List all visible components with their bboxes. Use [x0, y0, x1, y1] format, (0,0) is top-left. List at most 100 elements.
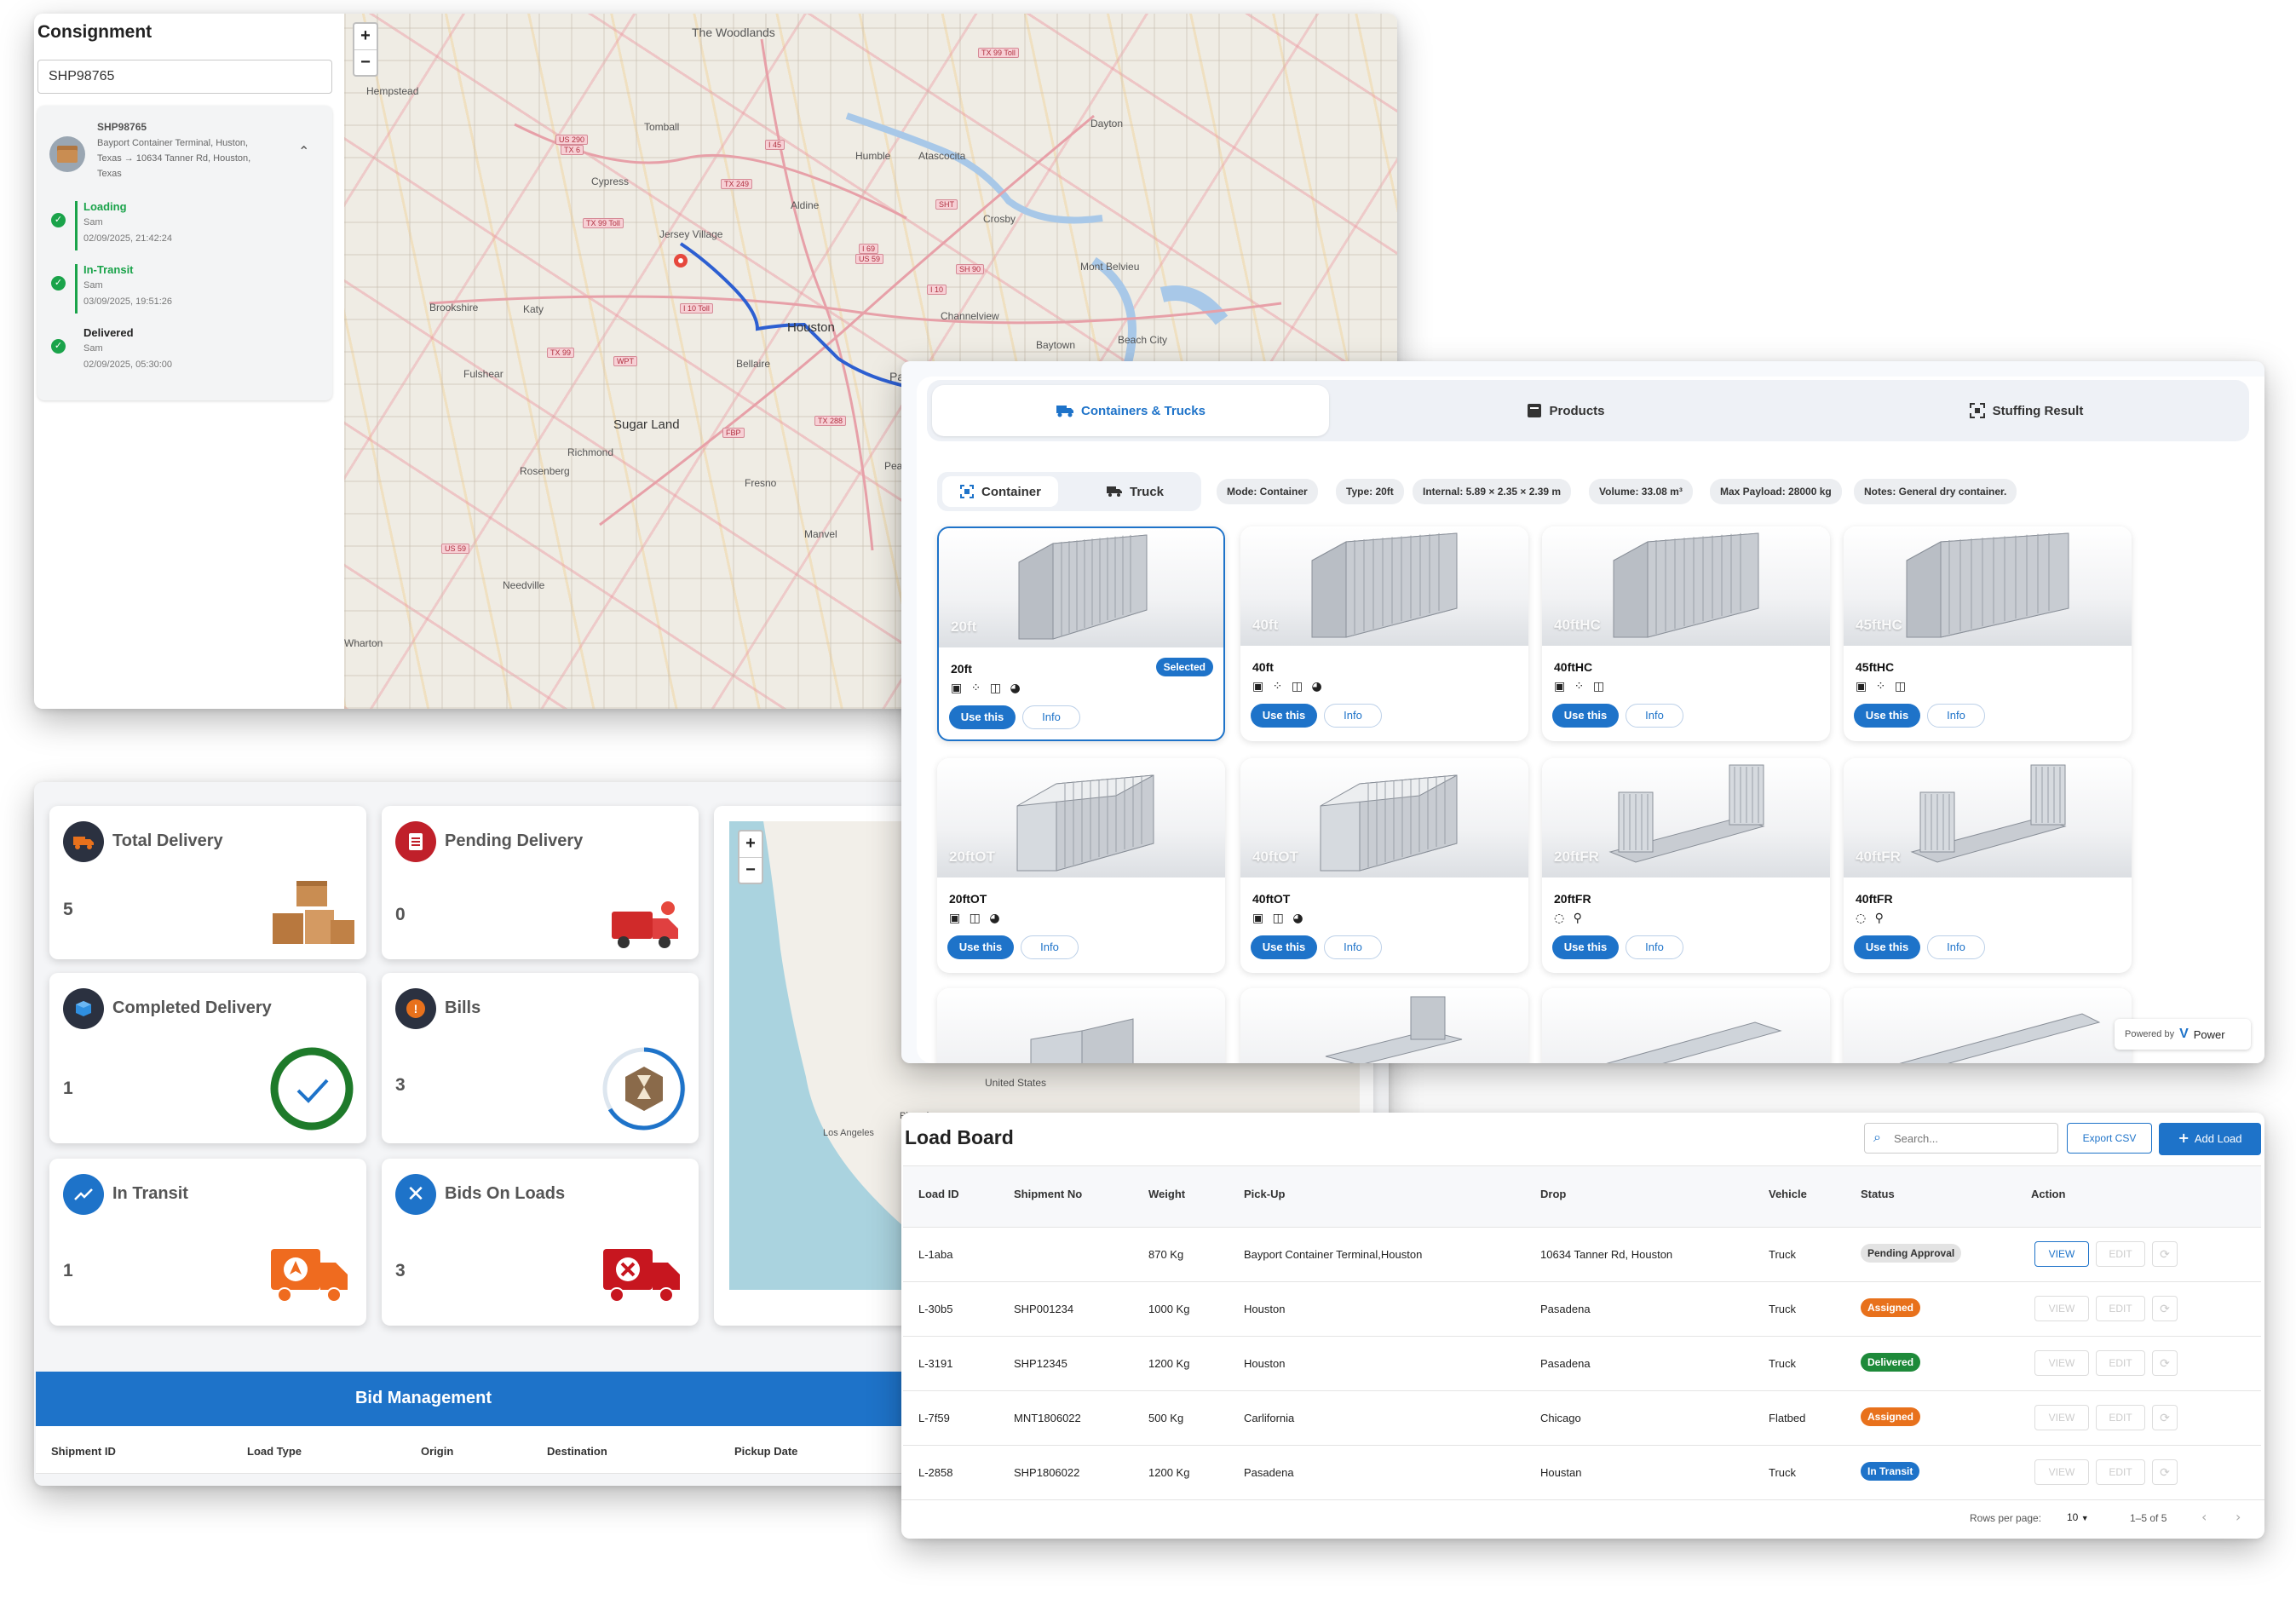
- container-card-40fthc[interactable]: 40ftHC 40ftHC ▣ ⁘ ◫ Use this Info: [1542, 526, 1830, 741]
- stat-card-pending-delivery[interactable]: Pending Delivery 0: [382, 806, 699, 959]
- map-label: Atascocita: [918, 150, 966, 162]
- highway-shield: WPT: [613, 356, 637, 366]
- map-label: Dayton: [1090, 118, 1124, 129]
- event-time: 03/09/2025, 19:51:26: [83, 296, 172, 307]
- stat-card-total-delivery[interactable]: Total Delivery 5: [49, 806, 366, 959]
- edit-button[interactable]: EDIT: [2096, 1296, 2145, 1321]
- view-button[interactable]: VIEW: [2034, 1405, 2089, 1430]
- cell-shipment: SHP1806022: [1014, 1466, 1080, 1479]
- stat-card-bids-on-loads[interactable]: ✕ Bids On Loads 3: [382, 1159, 699, 1326]
- search-box[interactable]: ⌕: [1864, 1123, 2058, 1154]
- view-button[interactable]: VIEW: [2034, 1296, 2089, 1321]
- refresh-icon[interactable]: ⟳: [2152, 1241, 2178, 1267]
- info-button[interactable]: Info: [1626, 704, 1683, 728]
- edit-button[interactable]: EDIT: [2096, 1405, 2145, 1430]
- use-this-button[interactable]: Use this: [1552, 935, 1619, 959]
- zoom-in-button[interactable]: +: [354, 24, 377, 49]
- container-card-partial[interactable]: [1542, 988, 1830, 1063]
- cell-pickup: Pasadena: [1244, 1466, 1294, 1479]
- table-row[interactable]: L-2858 SHP1806022 1200 Kg Pasadena Houstan Tr…: [903, 1445, 2261, 1499]
- container-card-20ftfr[interactable]: 20ftFR 20ftFR ◌ ⚲ Use this Info: [1542, 758, 1830, 973]
- table-row[interactable]: L-30b5 SHP001234 1000 Kg Houston Pasadena Tru…: [903, 1281, 2261, 1336]
- stat-card-completed-delivery[interactable]: Completed Delivery 1: [49, 973, 366, 1143]
- cell-id: L-3191: [918, 1357, 953, 1370]
- use-this-button[interactable]: Use this: [1552, 704, 1619, 728]
- edit-button[interactable]: EDIT: [2096, 1459, 2145, 1485]
- event-user: Sam: [83, 343, 103, 354]
- caret-down-icon: ▼: [2080, 1514, 2089, 1522]
- cell-pickup: Bayport Container Terminal,Houston: [1244, 1248, 1423, 1261]
- container-card-40ftfr[interactable]: 40ftFR 40ftFR ◌ ⚲ Use this Info: [1844, 758, 2132, 973]
- cell-drop: Pasadena: [1540, 1357, 1591, 1370]
- refresh-icon[interactable]: ⟳: [2152, 1350, 2178, 1376]
- cell-drop: 10634 Tanner Rd, Houston: [1540, 1248, 1673, 1261]
- map-zoom-control: + −: [738, 830, 763, 884]
- container-card-45fthc[interactable]: 45ftHC 45ftHC ▣ ⁘ ◫ Use this Info: [1844, 526, 2132, 741]
- container-card-40ft[interactable]: 40ft 40ft ▣ ⁘ ◫ ◕ Use this Info: [1240, 526, 1528, 741]
- document-icon: [395, 821, 436, 862]
- cell-pickup: Carlifornia: [1244, 1412, 1295, 1424]
- info-button[interactable]: Info: [1324, 704, 1382, 728]
- cell-weight: 870 Kg: [1148, 1248, 1184, 1261]
- container-watermark: 45ftHC: [1856, 617, 1902, 633]
- refresh-icon[interactable]: ⟳: [2152, 1405, 2178, 1430]
- refresh-icon[interactable]: ⟳: [2152, 1459, 2178, 1485]
- prev-page-icon[interactable]: ‹: [2201, 1509, 2207, 1525]
- container-card-partial[interactable]: [937, 988, 1225, 1063]
- view-button[interactable]: VIEW: [2034, 1459, 2089, 1485]
- zoom-out-button[interactable]: −: [354, 49, 377, 75]
- stat-card-in-transit[interactable]: In Transit 1: [49, 1159, 366, 1326]
- container-card-partial[interactable]: [1844, 988, 2132, 1063]
- edit-button[interactable]: EDIT: [2096, 1350, 2145, 1376]
- chevron-up-icon[interactable]: ⌃: [298, 143, 309, 159]
- rows-per-page-select[interactable]: 10 ▼: [2067, 1511, 2089, 1523]
- container-card-40ftot[interactable]: 40ftOT 40ftOT ▣ ◫ ◕ Use this Info: [1240, 758, 1528, 973]
- use-this-button[interactable]: Use this: [1251, 704, 1317, 728]
- info-button[interactable]: Info: [1927, 935, 1985, 959]
- tab-products[interactable]: Products: [1404, 385, 1728, 436]
- event-status: Loading: [83, 200, 127, 213]
- info-button[interactable]: Info: [1324, 935, 1382, 959]
- mode-container[interactable]: Container: [942, 476, 1058, 507]
- container-card-20ft[interactable]: 20ft 20ft Selected ▣ ⁘ ◫ ◕ Use this Info: [937, 526, 1225, 741]
- next-page-icon[interactable]: ›: [2236, 1509, 2241, 1525]
- tab-containers-trucks[interactable]: Containers & Trucks: [932, 385, 1329, 436]
- use-this-button[interactable]: Use this: [949, 705, 1016, 729]
- use-this-button[interactable]: Use this: [1251, 935, 1317, 959]
- info-chip-mode: Mode: Container: [1217, 479, 1318, 504]
- info-button[interactable]: Info: [1626, 935, 1683, 959]
- use-this-button[interactable]: Use this: [947, 935, 1014, 959]
- map-label: Needville: [503, 579, 545, 591]
- info-button[interactable]: Info: [1927, 704, 1985, 728]
- stat-card-bills[interactable]: ! Bills 3: [382, 973, 699, 1143]
- info-button[interactable]: Info: [1021, 935, 1079, 959]
- map-label: Mont Belvieu: [1080, 261, 1140, 273]
- package-icon: [49, 136, 85, 172]
- use-this-button[interactable]: Use this: [1854, 704, 1920, 728]
- container-card-20ftot[interactable]: 20ftOT 20ftOT ▣ ◫ ◕ Use this Info: [937, 758, 1225, 973]
- view-button[interactable]: VIEW: [2034, 1350, 2089, 1376]
- table-row[interactable]: L-3191 SHP12345 1200 Kg Houston Pasadena Truc…: [903, 1336, 2261, 1390]
- table-row[interactable]: L-7f59 MNT1806022 500 Kg Carlifornia Chicago…: [903, 1390, 2261, 1445]
- export-csv-button[interactable]: Export CSV: [2067, 1123, 2152, 1154]
- tab-stuffing-result[interactable]: Stuffing Result: [1847, 385, 2205, 436]
- add-load-button[interactable]: + Add Load: [2159, 1123, 2261, 1155]
- container-card-partial[interactable]: [1240, 988, 1528, 1063]
- search-input[interactable]: [1894, 1129, 2047, 1148]
- info-button[interactable]: Info: [1022, 705, 1080, 729]
- edit-button[interactable]: EDIT: [2096, 1241, 2145, 1267]
- rows-per-page-value: 10: [2067, 1511, 2079, 1523]
- use-this-button[interactable]: Use this: [1854, 935, 1920, 959]
- refresh-icon[interactable]: ⟳: [2152, 1296, 2178, 1321]
- table-row[interactable]: L-1aba 870 Kg Bayport Container Terminal,H…: [903, 1227, 2261, 1281]
- container-watermark: 40ftOT: [1252, 849, 1298, 865]
- zoom-in-button[interactable]: +: [739, 831, 762, 857]
- powered-by-label: Powered by: [2125, 1029, 2175, 1039]
- status-badge: In Transit: [1861, 1462, 1920, 1481]
- view-button[interactable]: VIEW: [2034, 1241, 2089, 1267]
- mode-truck[interactable]: Truck: [1077, 476, 1193, 507]
- container-feature-icons: ◌ ⚲: [1554, 912, 1585, 925]
- consignment-search-input[interactable]: [37, 60, 332, 94]
- cell-id: L-7f59: [918, 1412, 950, 1424]
- zoom-out-button[interactable]: −: [739, 857, 762, 883]
